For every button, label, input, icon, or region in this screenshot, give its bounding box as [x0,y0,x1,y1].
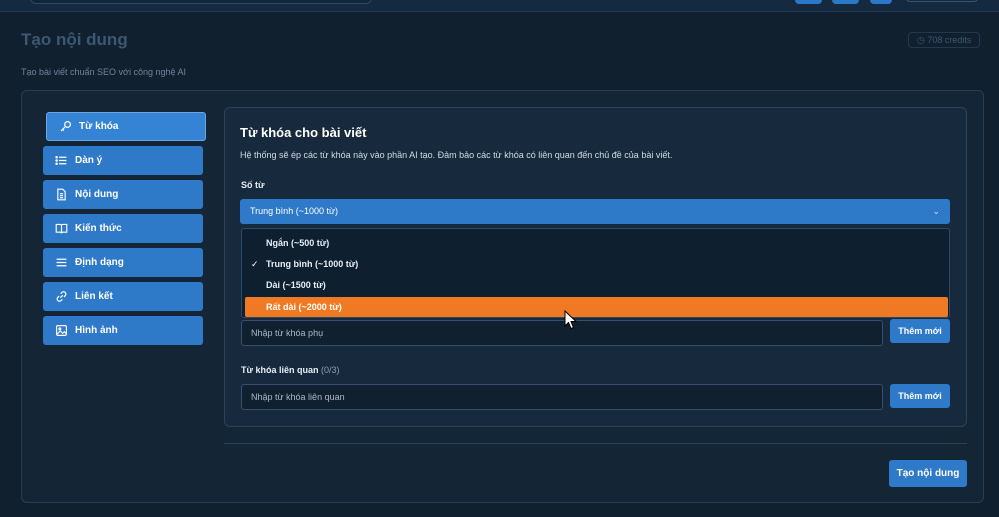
sidebar-item-outline[interactable]: Dàn ý [43,146,203,175]
create-content-button[interactable]: Tạo nội dung [889,460,967,487]
sidebar-item-label: Nội dung [75,189,119,200]
option-label: Ngắn (~500 từ) [266,238,330,248]
book-icon [55,222,69,236]
user-menu[interactable] [906,0,978,2]
dropdown-option-medium[interactable]: ✓ Trung bình (~1000 từ) [242,254,949,274]
link-icon [55,290,69,304]
panel-description: Hệ thống sẽ ép các từ khóa này vào phần … [240,150,673,160]
topbar-button-1[interactable] [795,0,822,4]
image-icon [55,324,69,338]
dropdown-option-short[interactable]: Ngắn (~500 từ) [242,233,949,253]
divider [224,443,967,444]
sidebar-item-label: Hình ảnh [75,325,118,336]
word-count-label: Số từ [241,180,265,190]
sidebar-item-label: Dàn ý [75,155,103,166]
word-count-select[interactable]: Trung bình (~1000 từ) ⌄ [240,199,950,224]
page-subtitle: Tạo bài viết chuẩn SEO với công nghệ AI [21,67,187,77]
word-count-dropdown: Ngắn (~500 từ) ✓ Trung bình (~1000 từ) D… [241,228,950,318]
sidebar-item-keywords[interactable]: Từ khóa [46,112,206,141]
add-related-keyword-button[interactable]: Thêm mới [890,384,950,408]
sidebar-item-label: Định dạng [75,257,124,268]
key-icon [59,120,73,134]
related-keyword-input[interactable]: Nhập từ khóa liên quan [241,384,883,410]
dropdown-option-very-long[interactable]: Rất dài (~2000 từ) [245,297,948,317]
checkmark-icon: ✓ [251,259,259,269]
sidebar-item-label: Từ khóa [79,121,119,132]
clock-icon: ◷ [917,35,925,45]
add-secondary-keyword-button[interactable]: Thêm mới [890,319,950,343]
mouse-cursor-icon [564,310,578,330]
topbar-button-3[interactable] [870,0,892,4]
related-keywords-label: Từ khóa liên quan (0/3) [241,365,340,375]
dropdown-option-long[interactable]: Dài (~1500 từ) [242,275,949,295]
search-input[interactable] [30,0,372,4]
related-keywords-count: (0/3) [321,365,340,375]
sidebar-item-label: Liên kết [75,291,113,302]
document-icon [55,188,69,202]
sidebar-item-content[interactable]: Nội dung [43,180,203,209]
top-bar [0,0,999,12]
sidebar-item-links[interactable]: Liên kết [43,282,203,311]
option-label: Rất dài (~2000 từ) [266,302,342,312]
panel-title: Từ khóa cho bài viết [240,125,367,140]
sidebar-item-format[interactable]: Định dạng [43,248,203,277]
credits-text: 708 credits [927,35,972,45]
secondary-keyword-input[interactable]: Nhập từ khóa phụ [241,320,883,346]
sidebar-item-images[interactable]: Hình ảnh [43,316,203,345]
option-label: Trung bình (~1000 từ) [266,259,359,269]
topbar-button-2[interactable] [832,0,859,4]
chevron-down-icon: ⌄ [932,206,940,216]
list-icon [55,154,69,168]
option-label: Dài (~1500 từ) [266,280,326,290]
word-count-selected: Trung bình (~1000 từ) [250,206,338,216]
menu-lines-icon [55,256,69,270]
sidebar-item-label: Kiến thức [75,223,122,234]
sidebar-item-knowledge[interactable]: Kiến thức [43,214,203,243]
related-keywords-label-text: Từ khóa liên quan [241,365,319,375]
page-title: Tạo nội dung [21,30,128,49]
credits-badge: ◷ 708 credits [908,32,980,48]
